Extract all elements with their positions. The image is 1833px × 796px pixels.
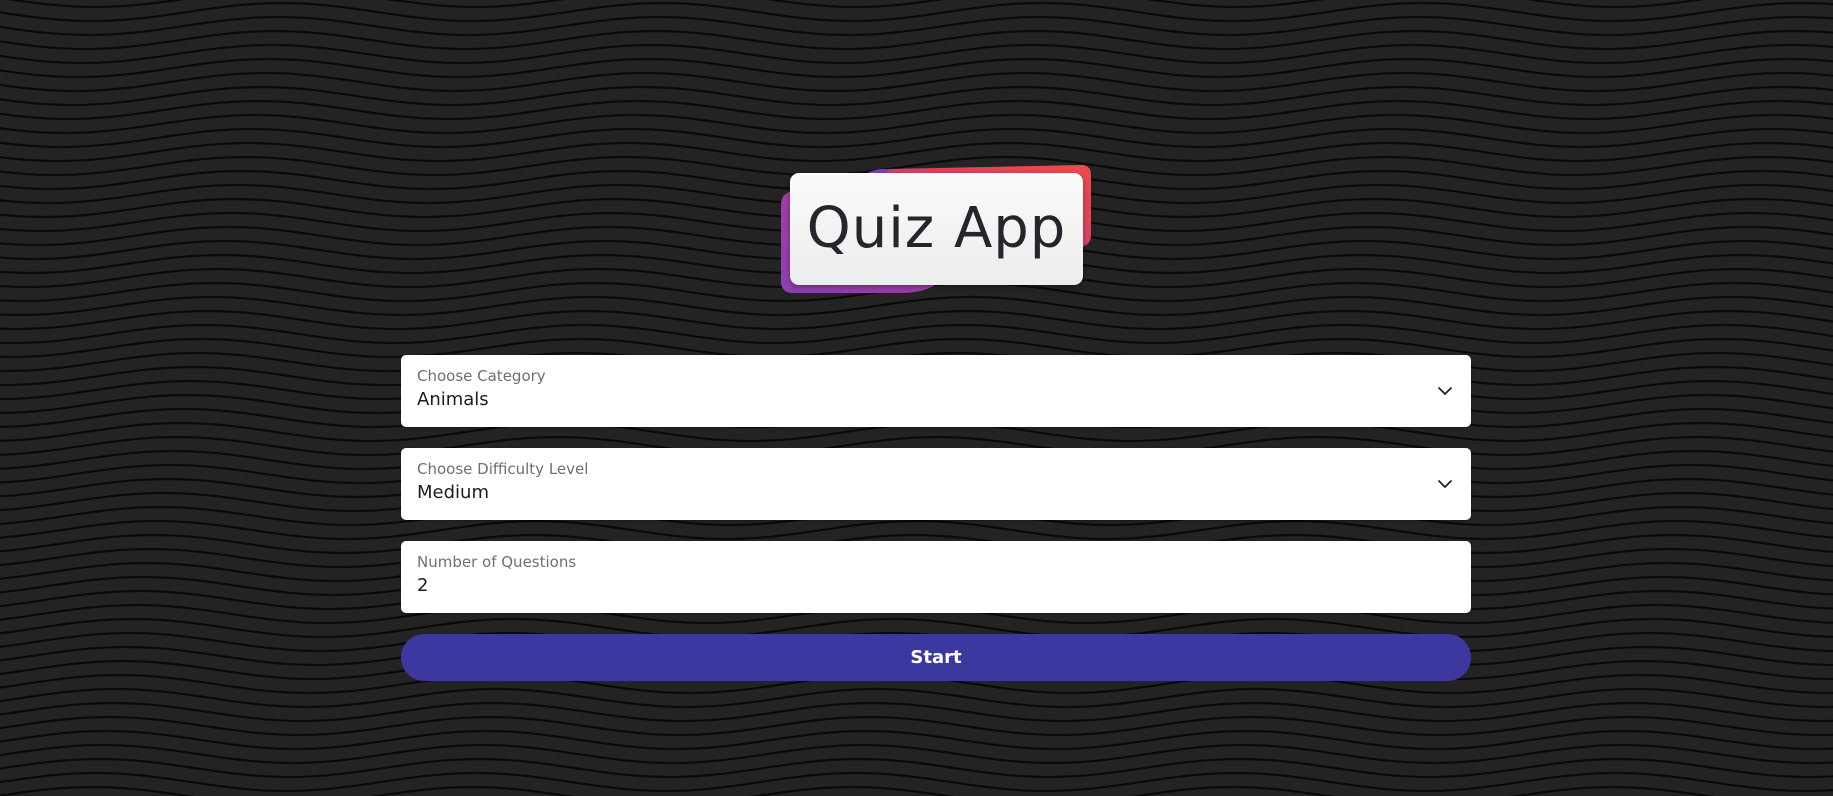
difficulty-select[interactable]: Choose Difficulty Level Medium xyxy=(401,448,1471,520)
wave-line xyxy=(0,15,1833,37)
category-select[interactable]: Choose Category Animals xyxy=(401,355,1471,427)
category-value: Animals xyxy=(417,389,489,410)
start-button[interactable]: Start xyxy=(401,634,1471,681)
wave-line xyxy=(0,43,1833,65)
wave-line xyxy=(0,29,1833,51)
difficulty-label: Choose Difficulty Level xyxy=(417,460,589,478)
wave-line xyxy=(0,1,1833,23)
app-title: Quiz App xyxy=(806,196,1067,261)
questions-count-label: Number of Questions xyxy=(417,553,577,571)
difficulty-value: Medium xyxy=(417,482,489,503)
chevron-down-icon xyxy=(1438,480,1452,488)
category-label: Choose Category xyxy=(417,367,546,385)
chevron-down-icon xyxy=(1438,387,1452,395)
questions-count-input[interactable]: 2 xyxy=(417,574,1455,598)
questions-count-field[interactable]: Number of Questions 2 xyxy=(401,541,1471,613)
quiz-setup-form: Choose Category Animals Choose Difficult… xyxy=(401,355,1471,681)
app-logo: Quiz App xyxy=(781,165,1091,295)
logo-card: Quiz App xyxy=(790,173,1083,285)
